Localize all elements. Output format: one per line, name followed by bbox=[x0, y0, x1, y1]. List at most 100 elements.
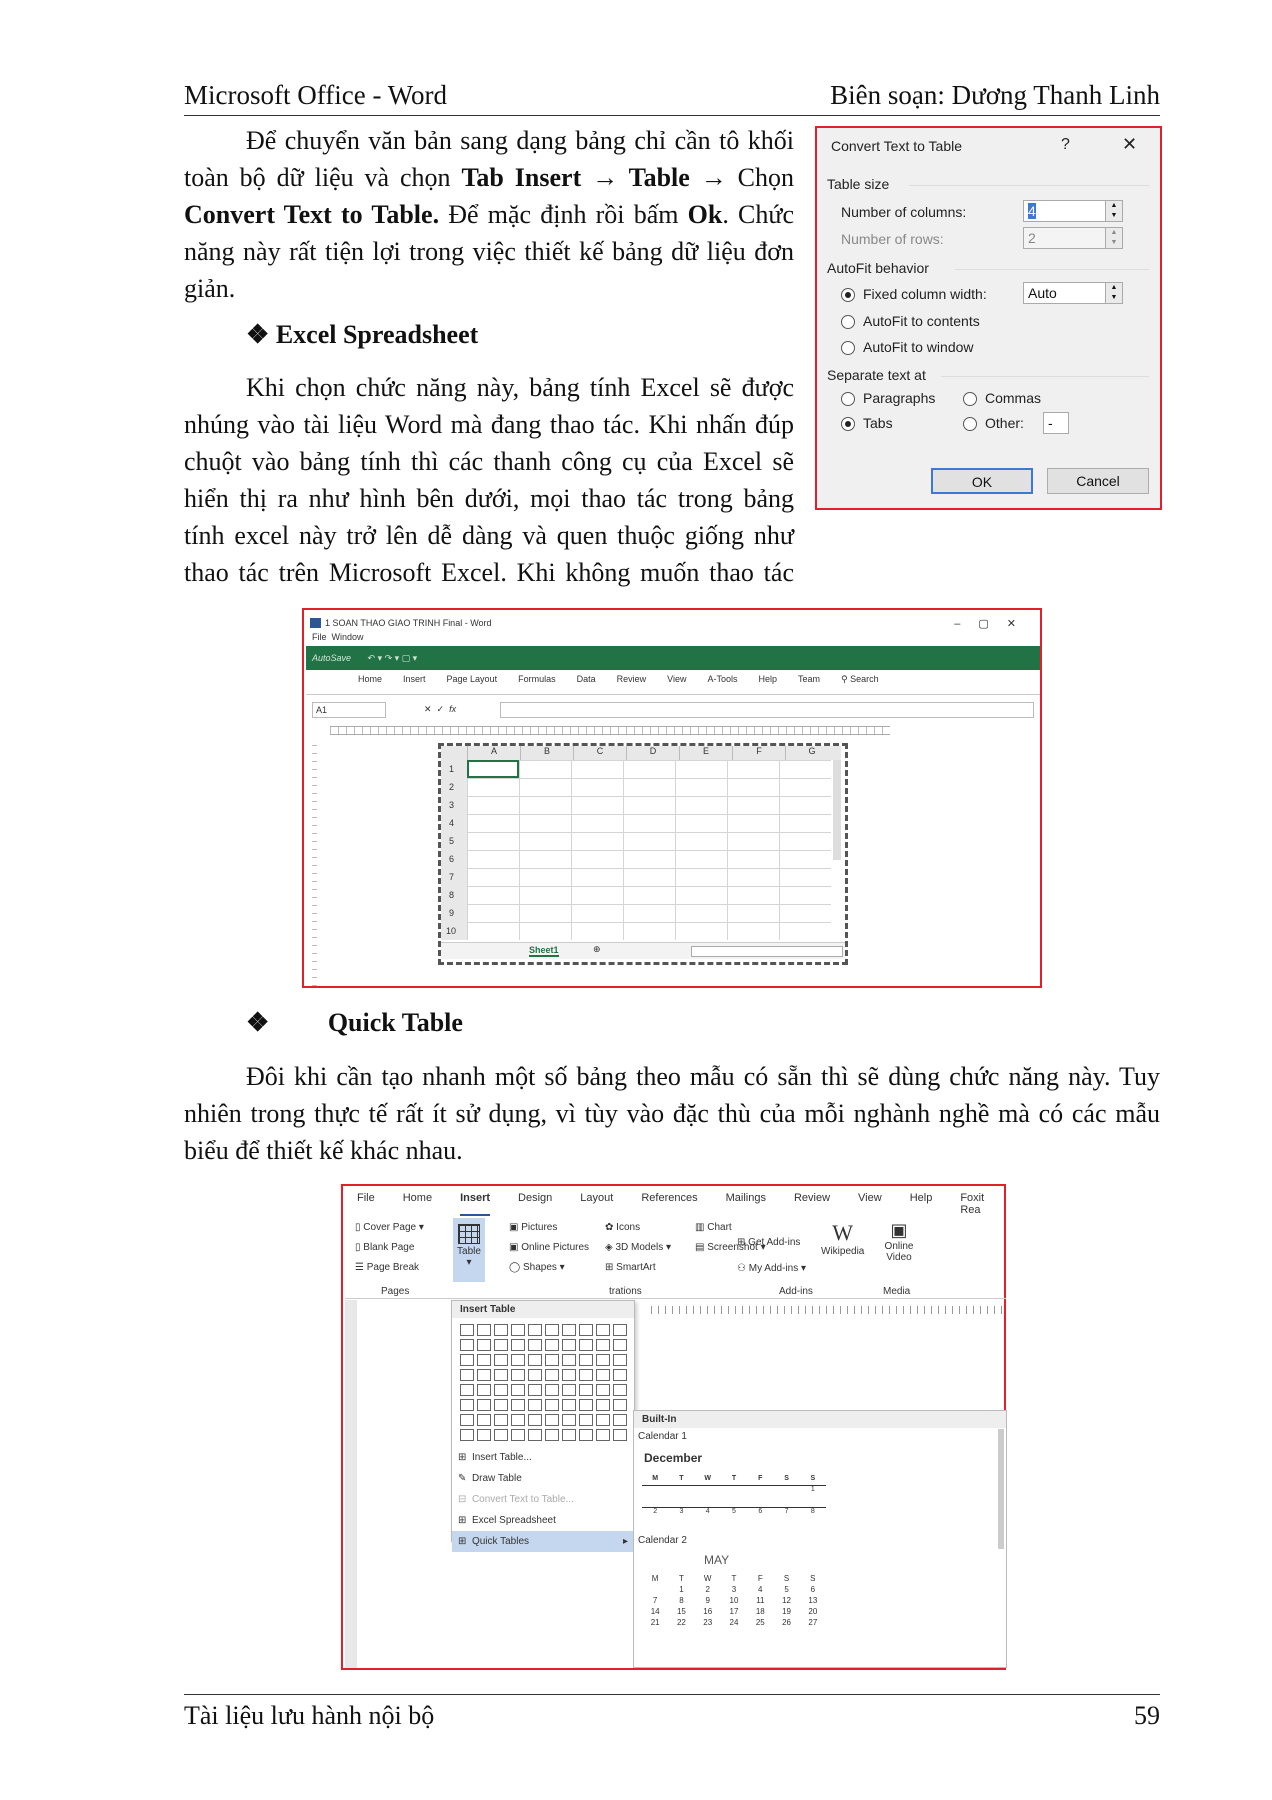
tab-page-layout[interactable]: Page Layout bbox=[447, 674, 498, 685]
cell-grid[interactable] bbox=[467, 760, 831, 940]
radio-tabs[interactable] bbox=[841, 417, 855, 431]
3d-models-button[interactable]: ◈ 3D Models ▾ bbox=[605, 1238, 671, 1258]
radio-fixed[interactable] bbox=[841, 288, 855, 302]
menu-excel-spreadsheet[interactable]: ⊞ Excel Spreadsheet bbox=[458, 1510, 634, 1531]
window-controls-icon[interactable]: –▢✕ bbox=[954, 617, 1034, 630]
close-icon[interactable]: ✕ bbox=[1122, 134, 1137, 155]
tab-file[interactable]: File bbox=[357, 1192, 375, 1216]
my-addins-button[interactable]: ⚇ My Add-ins ▾ bbox=[737, 1256, 806, 1282]
tab-home[interactable]: Home bbox=[403, 1192, 432, 1216]
radio-paragraphs[interactable] bbox=[841, 392, 855, 406]
icons-button[interactable]: ✿ Icons bbox=[605, 1218, 671, 1238]
tab-insert[interactable]: Insert bbox=[403, 674, 426, 685]
gallery-title: Built-In bbox=[634, 1411, 1006, 1428]
tab-mailings[interactable]: Mailings bbox=[726, 1192, 766, 1216]
menu-quick-tables[interactable]: ⊞ Quick Tables ▸ bbox=[452, 1531, 634, 1552]
menu-draw-table[interactable]: ✎ Draw Table bbox=[458, 1468, 634, 1489]
cover-page-button[interactable]: ▯ Cover Page ▾ bbox=[355, 1218, 424, 1238]
tab-view[interactable]: View bbox=[667, 674, 686, 685]
calendar-day: M bbox=[652, 1475, 659, 1482]
get-addins-button[interactable]: ⊞ Get Add-ins bbox=[737, 1230, 806, 1256]
tab-layout[interactable]: Layout bbox=[580, 1192, 613, 1216]
tab-team[interactable]: Team bbox=[798, 674, 820, 685]
paragraphs-label: Paragraphs bbox=[863, 390, 936, 406]
page-header: Microsoft Office - Word Biên soạn: Dương… bbox=[184, 80, 1160, 116]
tab-insert[interactable]: Insert bbox=[460, 1192, 491, 1216]
online-pictures-button[interactable]: ▣ Online Pictures bbox=[509, 1238, 589, 1258]
page-break-button[interactable]: ☰ Page Break bbox=[355, 1258, 424, 1278]
table-grid-picker[interactable] bbox=[452, 1318, 634, 1447]
tab-home[interactable]: Home bbox=[358, 674, 382, 685]
online-video-button[interactable]: ▣ Online Video bbox=[879, 1220, 919, 1263]
smartart-button[interactable]: ⊞ SmartArt bbox=[605, 1258, 671, 1278]
tab-data[interactable]: Data bbox=[577, 674, 596, 685]
col-header[interactable]: B bbox=[520, 746, 573, 760]
col-header[interactable]: C bbox=[573, 746, 626, 760]
tab-help[interactable]: Help bbox=[910, 1192, 933, 1216]
spin-arrows-icon[interactable]: ▲ ▼ bbox=[1105, 228, 1122, 248]
name-box[interactable]: A1 bbox=[312, 702, 386, 718]
row-header[interactable]: 3 bbox=[441, 796, 467, 814]
blank-page-button[interactable]: ▯ Blank Page bbox=[355, 1238, 424, 1258]
fixed-width-input[interactable]: Auto ▲ ▼ bbox=[1023, 282, 1123, 304]
corner-cell[interactable] bbox=[441, 746, 467, 760]
menu-window[interactable]: Window bbox=[332, 632, 364, 642]
active-cell[interactable] bbox=[467, 760, 519, 778]
row-header[interactable]: 4 bbox=[441, 814, 467, 832]
fx-icon[interactable]: fx bbox=[449, 704, 456, 714]
row-header[interactable]: 8 bbox=[441, 886, 467, 904]
search-icon[interactable]: ⚲ Search bbox=[841, 674, 879, 685]
tab-help[interactable]: Help bbox=[759, 674, 778, 685]
cancel-button[interactable]: Cancel bbox=[1047, 468, 1149, 494]
col-header[interactable]: E bbox=[679, 746, 732, 760]
col-header[interactable]: F bbox=[732, 746, 785, 760]
row-header[interactable]: 9 bbox=[441, 904, 467, 922]
menu-convert-text[interactable]: ⊟ Convert Text to Table... bbox=[458, 1489, 634, 1510]
tab-a-tools[interactable]: A-Tools bbox=[707, 674, 737, 685]
wikipedia-button[interactable]: W Wikipedia bbox=[821, 1220, 864, 1257]
radio-commas[interactable] bbox=[963, 392, 977, 406]
tab-foxit[interactable]: Foxit Rea bbox=[960, 1192, 1004, 1216]
tab-review[interactable]: Review bbox=[617, 674, 647, 685]
row-header[interactable]: 10 bbox=[441, 922, 467, 940]
menu-file[interactable]: File bbox=[312, 632, 327, 642]
tab-design[interactable]: Design bbox=[518, 1192, 552, 1216]
spin-arrows-icon[interactable]: ▲ ▼ bbox=[1105, 283, 1122, 303]
help-icon[interactable]: ? bbox=[1061, 136, 1070, 154]
radio-autofit-contents[interactable] bbox=[841, 315, 855, 329]
num-columns-input[interactable]: 4 ▲ ▼ bbox=[1023, 200, 1123, 222]
tab-view[interactable]: View bbox=[858, 1192, 882, 1216]
num-rows-input[interactable]: 2 ▲ ▼ bbox=[1023, 227, 1123, 249]
calendar-day: 5 bbox=[732, 1508, 736, 1515]
add-sheet-icon[interactable]: ⊕ bbox=[593, 944, 601, 955]
row-header[interactable]: 1 bbox=[441, 760, 467, 778]
radio-autofit-window[interactable] bbox=[841, 341, 855, 355]
sheet-tab[interactable]: Sheet1 bbox=[529, 945, 559, 957]
tab-review[interactable]: Review bbox=[794, 1192, 830, 1216]
gallery-scrollbar[interactable] bbox=[998, 1429, 1004, 1549]
shapes-button[interactable]: ◯ Shapes ▾ bbox=[509, 1258, 589, 1278]
other-input[interactable]: - bbox=[1043, 412, 1069, 434]
row-header[interactable]: 6 bbox=[441, 850, 467, 868]
pictures-button[interactable]: ▣ Pictures bbox=[509, 1218, 589, 1238]
spin-arrows-icon[interactable]: ▲ ▼ bbox=[1105, 201, 1122, 221]
vertical-scrollbar[interactable] bbox=[833, 760, 841, 860]
ok-button[interactable]: OK bbox=[931, 468, 1033, 494]
calendar1-month[interactable]: December bbox=[644, 1451, 824, 1465]
table-button[interactable]: Table ▾ bbox=[453, 1218, 485, 1282]
col-header[interactable]: A bbox=[467, 746, 520, 760]
menu-insert-table[interactable]: ⊞ Insert Table... bbox=[458, 1447, 634, 1468]
undo-icon[interactable]: ↶ ▾ ↷ ▾ ▢ ▾ bbox=[368, 653, 418, 663]
formula-bar[interactable] bbox=[500, 702, 1034, 718]
horizontal-scrollbar[interactable] bbox=[691, 946, 843, 957]
col-header[interactable]: D bbox=[626, 746, 679, 760]
radio-other[interactable] bbox=[963, 417, 977, 431]
row-header[interactable]: 5 bbox=[441, 832, 467, 850]
col-header[interactable]: G bbox=[785, 746, 838, 760]
spreadsheet-frame[interactable]: A B C D E F G 1 2 3 4 5 6 7 8 9 10 Sheet… bbox=[438, 743, 848, 965]
tab-references[interactable]: References bbox=[641, 1192, 697, 1216]
row-header[interactable]: 7 bbox=[441, 868, 467, 886]
calendar2-month[interactable]: MAY bbox=[704, 1553, 729, 1567]
row-header[interactable]: 2 bbox=[441, 778, 467, 796]
tab-formulas[interactable]: Formulas bbox=[518, 674, 556, 685]
